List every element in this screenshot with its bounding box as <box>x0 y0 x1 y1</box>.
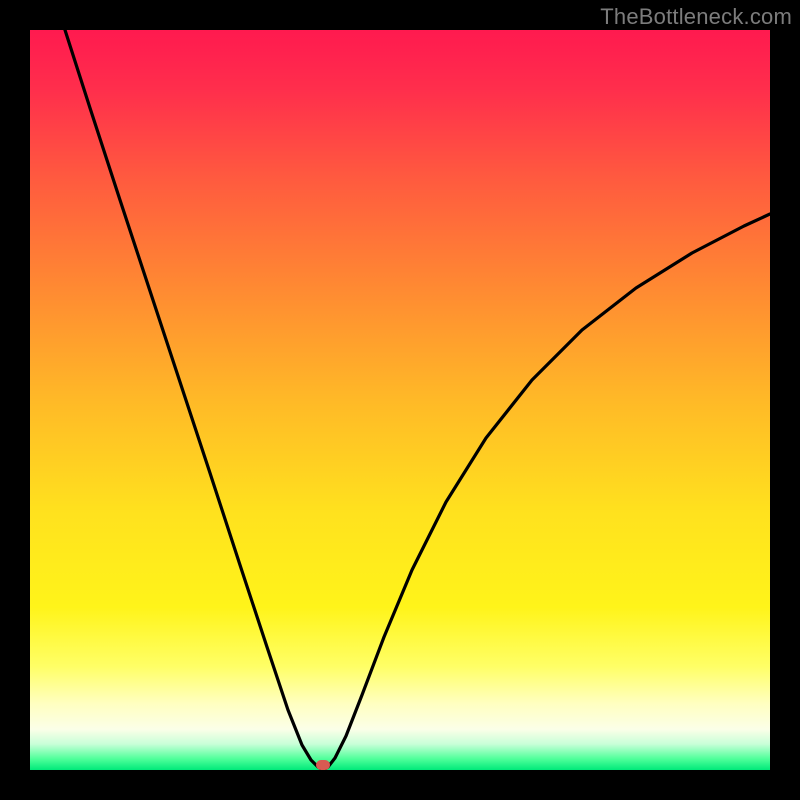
watermark-label: TheBottleneck.com <box>600 4 792 30</box>
optimum-marker <box>316 760 330 770</box>
plot-area <box>30 30 770 770</box>
chart-frame: TheBottleneck.com <box>0 0 800 800</box>
bottleneck-curve <box>30 30 770 770</box>
